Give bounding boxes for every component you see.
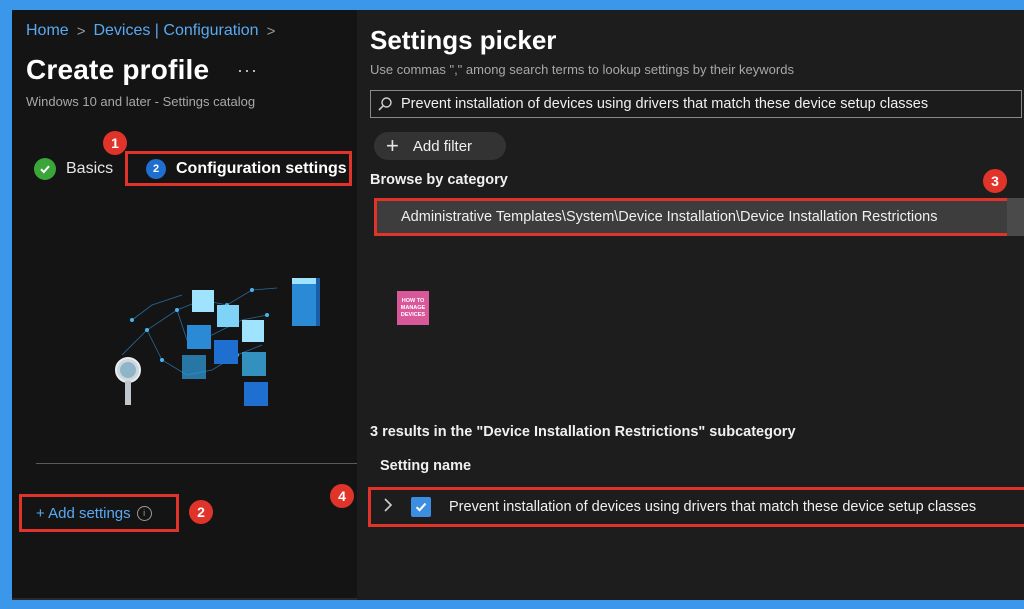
- setting-checkbox[interactable]: [411, 497, 431, 517]
- search-icon: [378, 97, 392, 111]
- callout-badge-4: 4: [330, 484, 354, 508]
- breadcrumb-separator: >: [266, 22, 276, 40]
- info-icon[interactable]: i: [136, 505, 152, 521]
- callout-badge-3: 3: [983, 169, 1007, 193]
- search-input[interactable]: Prevent installation of devices using dr…: [370, 90, 1022, 118]
- add-filter-button[interactable]: + Add filter: [374, 132, 506, 160]
- logo-text: HOW TO: [401, 297, 425, 304]
- step-configuration-label: Configuration settings: [176, 159, 347, 177]
- category-row-device-installation-restrictions[interactable]: Administrative Templates\System\Device I…: [374, 198, 1022, 236]
- add-settings-button[interactable]: + Add settings i: [19, 494, 179, 532]
- page-subtitle: Windows 10 and later - Settings catalog: [26, 94, 256, 109]
- step-configuration-settings[interactable]: 2 Configuration settings: [125, 151, 352, 186]
- breadcrumb: Home > Devices | Configuration >: [26, 22, 275, 40]
- app-frame: Home > Devices | Configuration > Create …: [12, 10, 1024, 600]
- column-header-setting-name[interactable]: Setting name: [380, 458, 471, 474]
- settings-picker-title: Settings picker: [370, 25, 557, 55]
- breadcrumb-devices-configuration[interactable]: Devices | Configuration: [93, 22, 258, 40]
- step-basics[interactable]: Basics: [34, 158, 113, 180]
- logo-text: DEVICES: [400, 311, 426, 318]
- divider: [36, 463, 357, 464]
- settings-illustration: [115, 278, 320, 406]
- step-number-badge: 2: [146, 158, 166, 179]
- settings-picker-pane: Settings picker Use commas "," among sea…: [357, 10, 1024, 600]
- callout-badge-2: 2: [189, 500, 213, 524]
- browse-by-category-heading: Browse by category: [370, 172, 508, 188]
- breadcrumb-separator: >: [76, 22, 86, 40]
- callout-badge-1: 1: [103, 131, 127, 155]
- results-count: 3 results in the "Device Installation Re…: [370, 424, 796, 440]
- divider: [12, 598, 357, 600]
- category-scroll-edge: [1007, 198, 1024, 236]
- step-basics-label: Basics: [66, 160, 114, 177]
- page-title: Create profile: [26, 54, 210, 85]
- checkmark-icon: [34, 158, 56, 180]
- plus-icon: +: [386, 133, 399, 158]
- search-input-value: Prevent installation of devices using dr…: [401, 96, 929, 112]
- breadcrumb-home[interactable]: Home: [26, 22, 69, 40]
- setting-row[interactable]: Prevent installation of devices using dr…: [368, 487, 1024, 527]
- chevron-right-icon[interactable]: [383, 497, 393, 518]
- search-hint: Use commas "," among search terms to loo…: [370, 62, 794, 77]
- add-filter-label: Add filter: [412, 137, 473, 155]
- wizard-steps: Basics: [34, 158, 113, 180]
- logo-text: MANAGE: [400, 304, 426, 311]
- category-label: Administrative Templates\System\Device I…: [401, 209, 938, 225]
- add-settings-label: + Add settings: [36, 504, 131, 522]
- how-to-manage-devices-logo: HOW TO MANAGE DEVICES: [397, 291, 429, 325]
- checkmark-icon: [415, 502, 427, 512]
- more-options-icon[interactable]: ···: [237, 60, 258, 81]
- setting-name: Prevent installation of devices using dr…: [449, 499, 977, 515]
- create-profile-pane: Home > Devices | Configuration > Create …: [12, 10, 357, 600]
